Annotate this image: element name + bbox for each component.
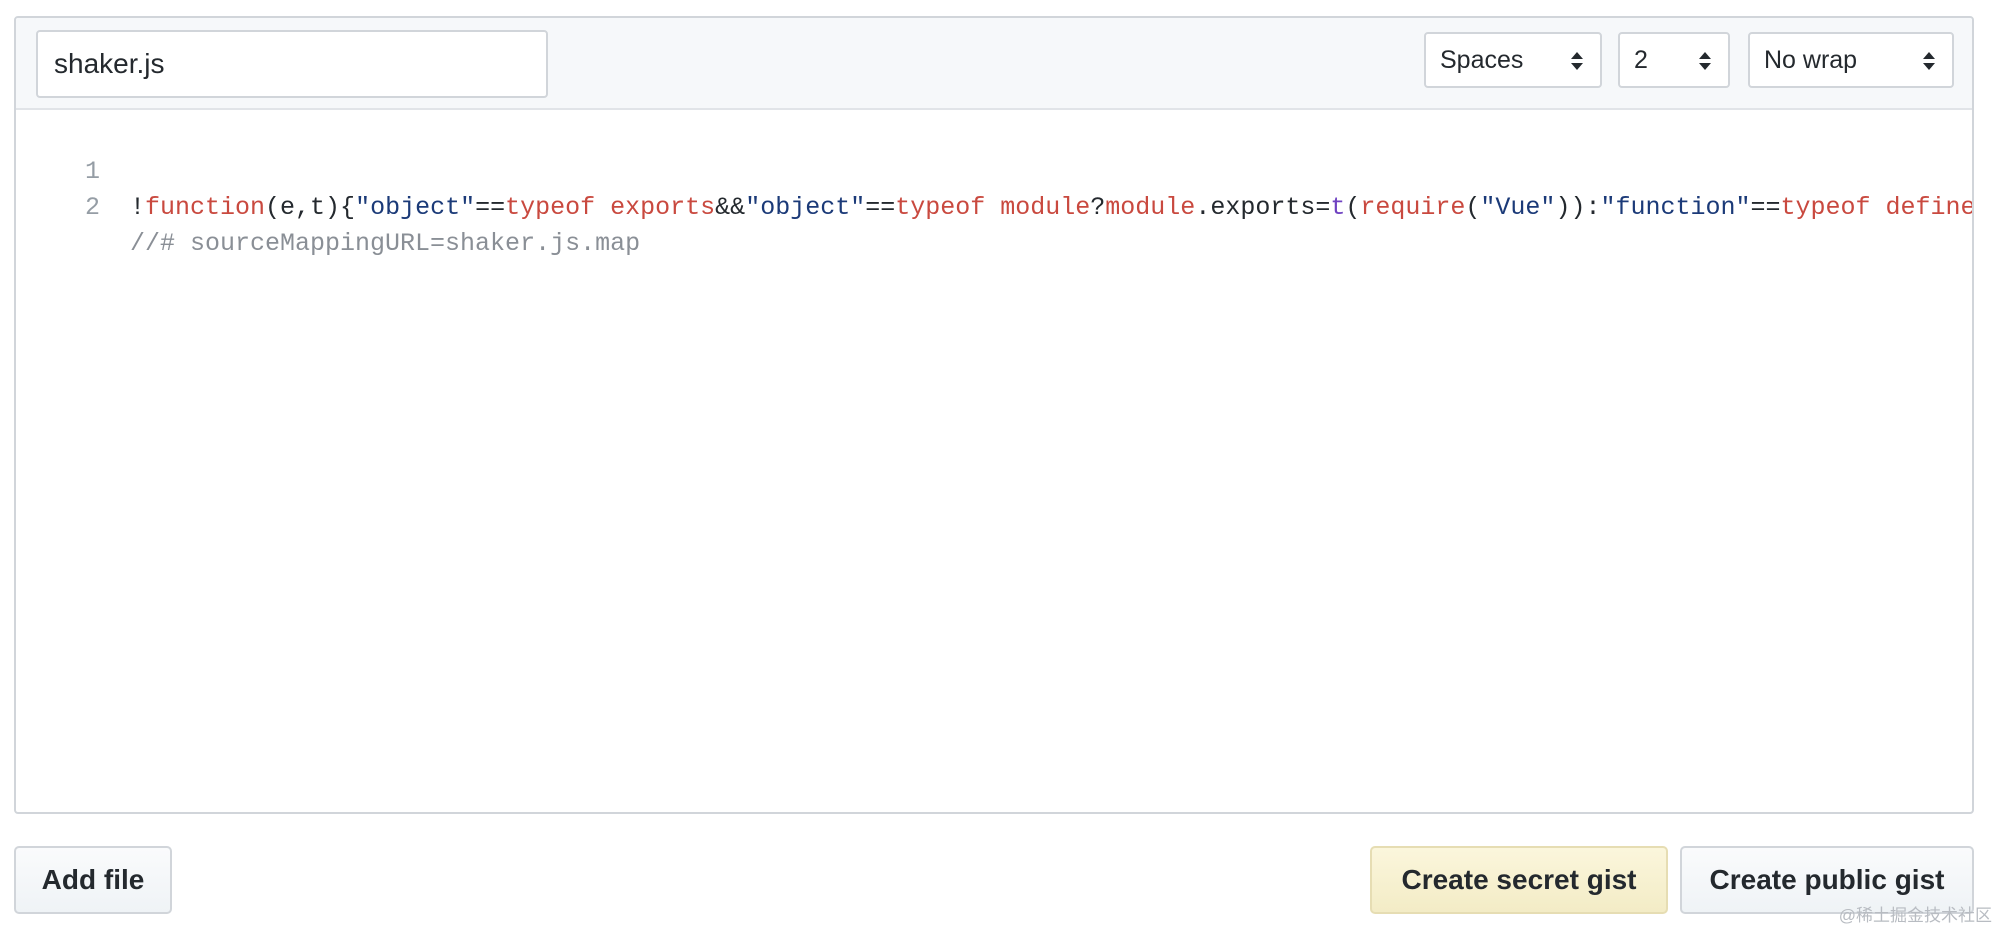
code-token: "object" [745, 193, 866, 222]
code-token: .exports= [1195, 193, 1331, 222]
code-token: define [1885, 193, 1972, 222]
create-secret-gist-button[interactable]: Create secret gist [1370, 846, 1668, 914]
code-token: module [1000, 193, 1091, 222]
code-text: !function(e,t){"object"==typeof exports&… [130, 190, 1972, 226]
up-down-caret-icon [1570, 34, 1584, 86]
code-token: function [145, 193, 266, 222]
code-line: 1 !function(e,t){"object"==typeof export… [16, 118, 1972, 222]
code-token: module [1105, 193, 1196, 222]
indent-size-value: 2 [1634, 46, 1648, 74]
indent-mode-select[interactable]: Spaces [1424, 32, 1602, 88]
up-down-caret-icon [1922, 34, 1936, 86]
code-token: ? [1090, 193, 1106, 222]
up-down-caret-icon [1698, 34, 1712, 86]
code-token: (e,t){ [265, 193, 356, 222]
code-token: ( [1465, 193, 1481, 222]
line-number: 2 [84, 193, 100, 222]
code-token: exports [610, 193, 716, 222]
code-token: typeof [895, 193, 986, 222]
code-token: t [1330, 193, 1346, 222]
gist-file-editor: Spaces 2 No wrap 1 !function(e,t){"objec… [14, 16, 1974, 814]
code-comment: //# sourceMappingURL=shaker.js.map [130, 229, 641, 258]
indent-mode-value: Spaces [1440, 46, 1524, 74]
code-token: )): [1555, 193, 1601, 222]
code-token: == [865, 193, 896, 222]
filename-input[interactable] [36, 30, 548, 98]
code-line: 2 //# sourceMappingURL=shaker.js.map [16, 154, 1972, 258]
code-token: == [475, 193, 506, 222]
code-token: typeof [505, 193, 596, 222]
wrap-mode-value: No wrap [1764, 46, 1858, 74]
wrap-mode-select[interactable]: No wrap [1748, 32, 1954, 88]
add-file-button[interactable]: Add file [14, 846, 172, 914]
code-editor[interactable]: 1 !function(e,t){"object"==typeof export… [16, 110, 1972, 812]
code-token: "Vue" [1480, 193, 1556, 222]
file-header: Spaces 2 No wrap [16, 18, 1972, 110]
code-token: "object" [355, 193, 476, 222]
code-token: ( [1345, 193, 1361, 222]
code-token: typeof [1780, 193, 1871, 222]
watermark: @稀土掘金技术社区 [1838, 906, 1992, 925]
code-token: && [715, 193, 746, 222]
code-token: == [1750, 193, 1781, 222]
code-token: "function" [1600, 193, 1751, 222]
indent-size-select[interactable]: 2 [1618, 32, 1730, 88]
code-token: ! [130, 193, 146, 222]
code-token: require [1360, 193, 1466, 222]
